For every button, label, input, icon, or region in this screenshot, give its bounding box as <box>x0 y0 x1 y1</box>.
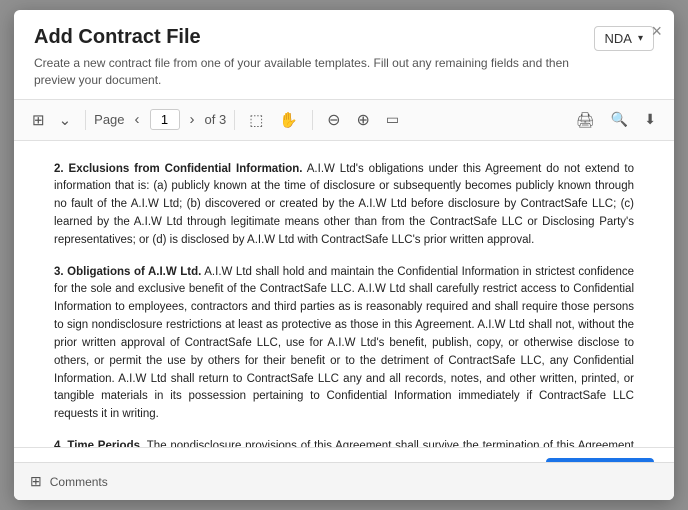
chevron-down-icon: ▾ <box>638 33 643 44</box>
template-dropdown-label: NDA <box>605 31 632 46</box>
search-icon: 🔍 <box>611 111 628 128</box>
paragraph-3-text: A.I.W Ltd shall hold and maintain the Co… <box>54 266 634 421</box>
modal-header: Add Contract File Create a new contract … <box>14 10 674 100</box>
download-icon: ⬇ <box>644 111 656 128</box>
selection-button[interactable]: ⬚ <box>243 107 269 133</box>
print-button[interactable]: 🖨 <box>570 107 601 133</box>
paragraph-2-bold: 2. Exclusions from Confidential Informat… <box>54 163 302 175</box>
modal-title: Add Contract File <box>34 26 594 49</box>
modal-overlay: Add Contract File Create a new contract … <box>0 0 688 510</box>
paragraph-4: 4. Time Periods. The nondisclosure provi… <box>54 438 634 447</box>
hand-tool-button[interactable]: ✋ <box>273 107 304 133</box>
document-toolbar: ⊞ ⌄ Page ‹ › of 3 ⬚ ✋ <box>14 100 674 141</box>
zoom-out-icon: ⊖ <box>327 110 340 130</box>
paragraph-4-bold: 4. Time Periods. <box>54 440 143 447</box>
bottom-bar-text: Comments <box>50 475 108 489</box>
fit-page-icon: ▭ <box>386 111 399 128</box>
hand-icon: ✋ <box>279 111 298 129</box>
next-page-button[interactable]: › <box>184 107 201 132</box>
page-total: of 3 <box>205 112 227 127</box>
bottom-bar-icon: ⊞ <box>30 473 42 490</box>
page-controls: Page ‹ › of 3 <box>94 107 226 132</box>
page-label: Page <box>94 112 124 127</box>
zoom-out-button[interactable]: ⊖ <box>321 106 346 134</box>
print-icon: 🖨 <box>576 111 595 129</box>
paragraph-2-text: A.I.W Ltd's obligations under this Agree… <box>54 163 634 246</box>
fit-page-button[interactable]: ▭ <box>380 107 405 132</box>
grid-view-button[interactable]: ⊞ <box>26 107 51 133</box>
paragraph-2: 2. Exclusions from Confidential Informat… <box>54 161 634 250</box>
document-area: 2. Exclusions from Confidential Informat… <box>14 141 674 447</box>
page-number-input[interactable] <box>150 109 180 130</box>
chevron-icon: ⌄ <box>59 111 72 129</box>
bottom-bar: ⊞ Comments <box>14 462 674 500</box>
search-button[interactable]: 🔍 <box>605 107 634 132</box>
close-button[interactable]: × <box>651 22 662 40</box>
separator-1 <box>85 110 86 130</box>
template-dropdown[interactable]: NDA ▾ <box>594 26 654 51</box>
paragraph-3-bold: 3. Obligations of A.I.W Ltd. <box>54 266 201 278</box>
zoom-in-icon: ⊕ <box>357 110 370 130</box>
paragraph-3: 3. Obligations of A.I.W Ltd. A.I.W Ltd s… <box>54 264 634 424</box>
download-button[interactable]: ⬇ <box>638 107 662 132</box>
modal-subtitle: Create a new contract file from one of y… <box>34 55 594 89</box>
grid-icon: ⊞ <box>32 111 45 129</box>
separator-2 <box>234 110 235 130</box>
view-controls: ⊞ ⌄ <box>26 107 77 133</box>
modal-title-area: Add Contract File Create a new contract … <box>34 26 594 89</box>
selection-icon: ⬚ <box>249 111 263 129</box>
prev-page-button[interactable]: ‹ <box>129 107 146 132</box>
view-chevron-button[interactable]: ⌄ <box>53 107 78 133</box>
modal: Add Contract File Create a new contract … <box>14 10 674 500</box>
zoom-in-button[interactable]: ⊕ <box>351 106 376 134</box>
separator-3 <box>312 110 313 130</box>
